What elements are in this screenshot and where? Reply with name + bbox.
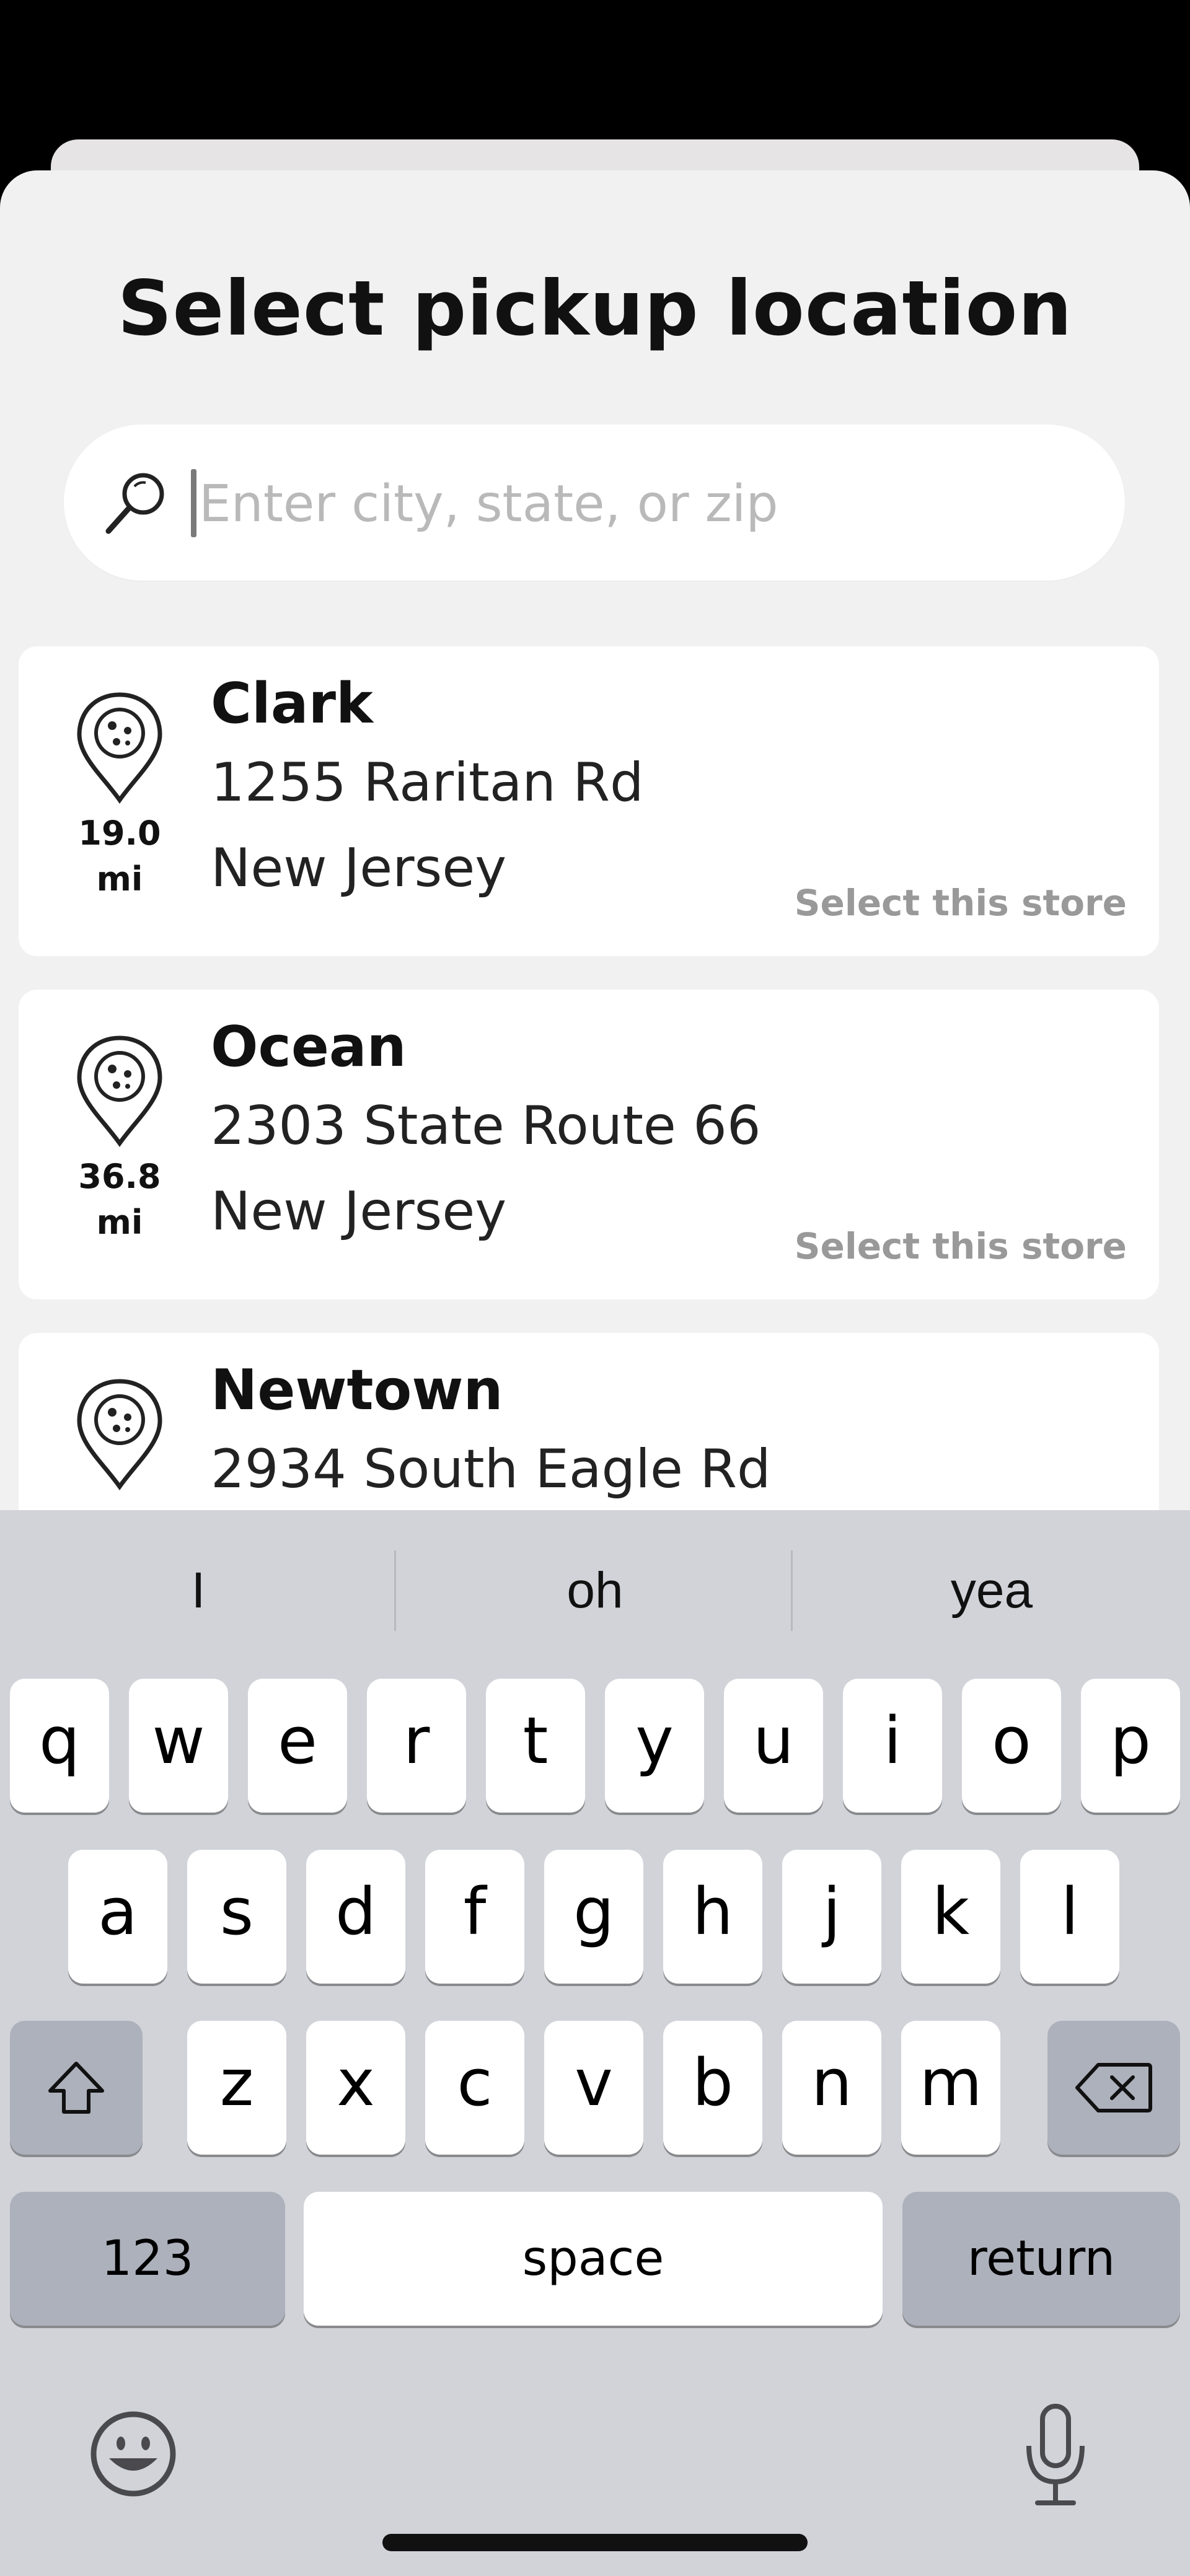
store-distance: 19.0 mi	[78, 814, 161, 899]
location-pin-icon	[77, 1379, 162, 1491]
key-i[interactable]: i	[843, 1679, 942, 1813]
onscreen-keyboard: I oh yea q w e r t y u i o p a s d f g h…	[0, 1510, 1190, 2576]
key-e[interactable]: e	[248, 1679, 347, 1813]
text-cursor	[191, 469, 196, 537]
key-g[interactable]: g	[544, 1850, 643, 1984]
suggestion-divider	[394, 1550, 396, 1631]
search-icon	[105, 473, 164, 534]
backspace-icon	[1075, 2063, 1152, 2112]
key-h[interactable]: h	[663, 1850, 762, 1984]
key-u[interactable]: u	[724, 1679, 823, 1813]
search-bar[interactable]	[64, 424, 1125, 581]
key-z[interactable]: z	[187, 2021, 286, 2155]
store-address: 1255 Raritan Rd	[211, 752, 644, 814]
suggestion-item[interactable]: yea	[793, 1547, 1190, 1634]
key-y[interactable]: y	[605, 1679, 704, 1813]
select-store-button[interactable]: Select this store	[795, 1225, 1127, 1267]
key-k[interactable]: k	[901, 1850, 1000, 1984]
store-name: Clark	[211, 671, 373, 736]
key-a[interactable]: a	[68, 1850, 167, 1984]
search-input[interactable]	[198, 457, 1056, 551]
key-r[interactable]: r	[367, 1679, 466, 1813]
key-j[interactable]: j	[782, 1850, 881, 1984]
key-t[interactable]: t	[486, 1679, 585, 1813]
key-v[interactable]: v	[544, 2021, 643, 2155]
key-d[interactable]: d	[306, 1850, 405, 1984]
return-key[interactable]: return	[902, 2192, 1180, 2326]
store-name: Ocean	[211, 1014, 407, 1079]
key-f[interactable]: f	[425, 1850, 524, 1984]
key-s[interactable]: s	[187, 1850, 286, 1984]
store-card-ocean[interactable]: 36.8 mi Ocean 2303 State Route 66 New Je…	[19, 990, 1159, 1299]
page-title: Select pickup location	[117, 265, 1073, 353]
store-name: Newtown	[211, 1358, 503, 1423]
location-pin-icon	[77, 692, 162, 804]
store-distance: 36.8 mi	[78, 1157, 161, 1242]
suggestion-bar: I oh yea	[0, 1510, 1190, 1671]
key-q[interactable]: q	[10, 1679, 109, 1813]
shift-icon	[48, 2062, 104, 2114]
space-key[interactable]: space	[304, 2192, 883, 2326]
shift-key[interactable]	[10, 2021, 143, 2155]
emoji-icon[interactable]	[88, 2409, 178, 2499]
store-address: 2934 South Eagle Rd	[211, 1438, 771, 1500]
key-m[interactable]: m	[901, 2021, 1000, 2155]
key-x[interactable]: x	[306, 2021, 405, 2155]
select-store-button[interactable]: Select this store	[795, 882, 1127, 924]
backspace-key[interactable]	[1047, 2021, 1180, 2155]
location-pin-icon	[77, 1035, 162, 1148]
key-p[interactable]: p	[1081, 1679, 1180, 1813]
key-b[interactable]: b	[663, 2021, 762, 2155]
store-region: New Jersey	[211, 837, 507, 899]
store-region: New Jersey	[211, 1180, 507, 1242]
numbers-key[interactable]: 123	[10, 2192, 285, 2326]
key-c[interactable]: c	[425, 2021, 524, 2155]
suggestion-item[interactable]: I	[0, 1547, 397, 1634]
home-indicator	[382, 2534, 808, 2551]
key-o[interactable]: o	[962, 1679, 1061, 1813]
suggestion-item[interactable]: oh	[397, 1547, 793, 1634]
key-l[interactable]: l	[1020, 1850, 1119, 1984]
key-w[interactable]: w	[129, 1679, 228, 1813]
microphone-icon[interactable]	[1021, 2402, 1090, 2508]
suggestion-divider	[791, 1550, 793, 1631]
key-n[interactable]: n	[782, 2021, 881, 2155]
store-address: 2303 State Route 66	[211, 1095, 761, 1157]
store-card-clark[interactable]: 19.0 mi Clark 1255 Raritan Rd New Jersey…	[19, 646, 1159, 956]
